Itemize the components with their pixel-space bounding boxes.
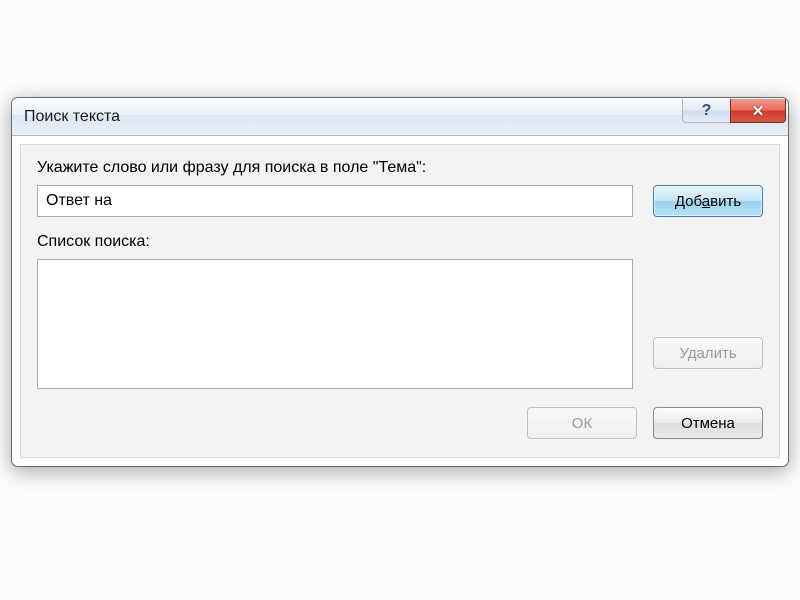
titlebar-buttons: ? ✕ <box>682 99 786 123</box>
search-input[interactable] <box>37 185 633 217</box>
footer-actions: ОК Отмена <box>37 407 763 439</box>
list-actions: Удалить <box>653 259 763 389</box>
close-icon: ✕ <box>752 102 765 120</box>
help-button[interactable]: ? <box>682 99 730 123</box>
add-button[interactable]: Добавить <box>653 185 763 217</box>
remove-button[interactable]: Удалить <box>653 337 763 369</box>
dialog-body: Укажите слово или фразу для поиска в пол… <box>12 136 788 466</box>
search-input-row: Добавить <box>37 185 763 217</box>
list-row: Удалить <box>37 259 763 389</box>
dialog-title: Поиск текста <box>24 108 120 126</box>
search-list-label: Список поиска: <box>37 233 763 251</box>
inner-panel: Укажите слово или фразу для поиска в пол… <box>20 144 780 458</box>
search-prompt-label: Укажите слово или фразу для поиска в пол… <box>37 159 763 177</box>
cancel-button[interactable]: Отмена <box>653 407 763 439</box>
search-listbox[interactable] <box>37 259 633 389</box>
dialog-search-text: Поиск текста ? ✕ Укажите слово или фразу… <box>11 97 789 467</box>
help-icon: ? <box>702 102 712 120</box>
titlebar[interactable]: Поиск текста ? ✕ <box>12 98 788 136</box>
close-button[interactable]: ✕ <box>730 99 786 123</box>
ok-button[interactable]: ОК <box>527 407 637 439</box>
